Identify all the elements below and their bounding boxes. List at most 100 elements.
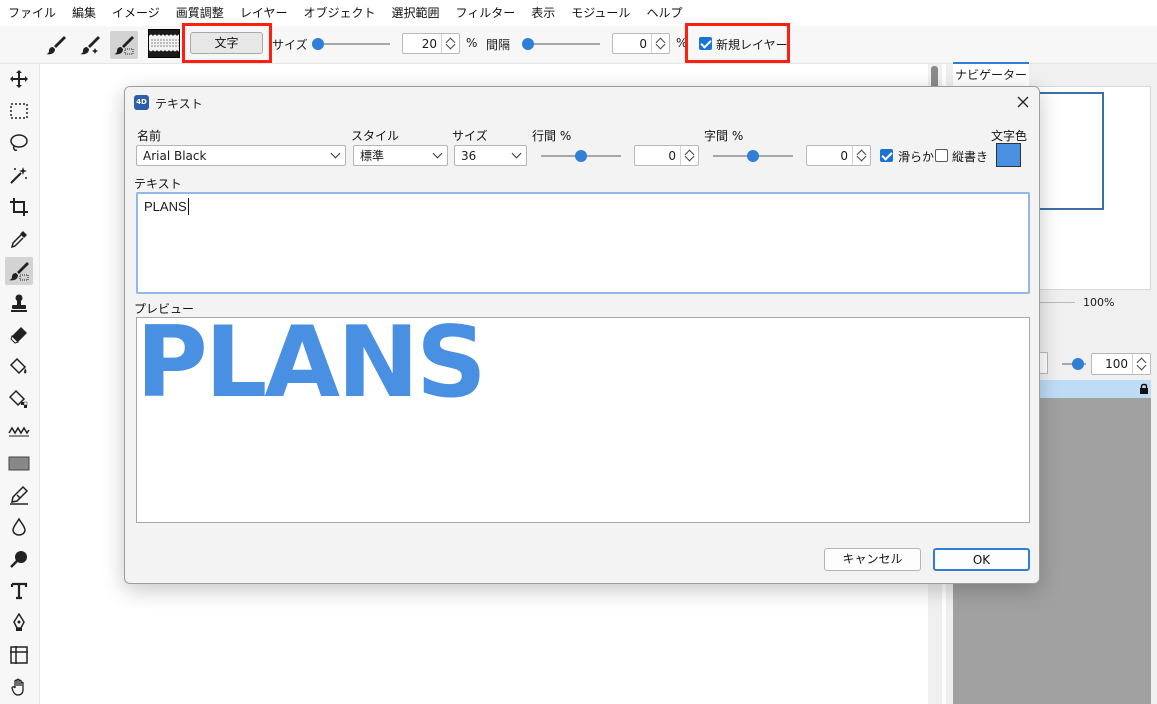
text-dialog: 4D テキスト 名前 Arial Black スタイル 標準 サイズ 36 行間… [124, 86, 1040, 584]
fill-bucket-icon [9, 357, 27, 375]
blend-mode-select-edge[interactable] [1040, 352, 1048, 374]
opacity-slider-thumb[interactable] [1072, 358, 1084, 370]
text-color-swatch[interactable] [996, 143, 1021, 167]
tool-strip [0, 64, 40, 704]
pattern-swatch[interactable] [148, 29, 180, 58]
rectangle-icon [8, 456, 30, 471]
preview-label: プレビュー [134, 302, 195, 316]
menu-view[interactable]: 表示 [523, 0, 563, 26]
line-spacing-label: 行間 % [532, 129, 572, 143]
brush-preset-1[interactable] [42, 31, 70, 59]
tool-magic-wand[interactable] [5, 161, 33, 189]
canvas-scrollbar-thumb[interactable] [931, 66, 938, 88]
preview-text: PLANS [136, 317, 487, 420]
tool-hand[interactable] [5, 673, 33, 701]
stamp-icon [11, 294, 27, 312]
size-unit: % [466, 36, 478, 50]
stepper-arrows-icon[interactable] [441, 34, 459, 53]
spacing-value: 0 [639, 37, 647, 51]
tool-eyedropper[interactable] [5, 225, 33, 253]
eraser-icon [10, 327, 27, 344]
menu-image[interactable]: イメージ [104, 0, 168, 26]
tool-rectangle[interactable] [5, 449, 33, 477]
texture-brush-icon [114, 36, 134, 55]
cancel-button[interactable]: キャンセル [824, 548, 921, 571]
dialog-title: テキスト [155, 97, 203, 111]
opacity-stepper[interactable]: 100 [1091, 353, 1151, 375]
app-logo-icon: 4D [134, 95, 149, 110]
char-spacing-stepper[interactable]: 0 [806, 145, 871, 166]
tab-navigator[interactable]: ナビゲーター [953, 62, 1029, 86]
stepper-arrows-icon[interactable] [651, 34, 669, 53]
tool-edit-pen[interactable] [5, 481, 33, 509]
char-spacing-value: 0 [840, 149, 848, 163]
stepper-arrows-icon[interactable] [852, 146, 870, 165]
tool-crop[interactable] [5, 193, 33, 221]
menu-edit[interactable]: 編集 [64, 0, 104, 26]
lasso-icon [10, 134, 28, 151]
size-slider-thumb[interactable] [312, 38, 324, 50]
stepper-arrows-icon[interactable] [680, 146, 698, 165]
close-icon[interactable] [1015, 94, 1031, 110]
magic-wand-icon [10, 167, 27, 184]
menu-filter[interactable]: フィルター [447, 0, 523, 26]
sparkle-brush-icon [80, 36, 100, 55]
tool-pen[interactable] [5, 609, 33, 637]
menu-file[interactable]: ファイル [0, 0, 64, 26]
navigator-viewport-frame[interactable] [1035, 92, 1104, 210]
spacing-stepper[interactable]: 0 [612, 33, 670, 54]
smooth-checkbox[interactable] [880, 149, 893, 162]
lock-icon[interactable] [1139, 383, 1149, 394]
style-select[interactable]: 標準 [353, 145, 448, 166]
menu-module[interactable]: モジュール [563, 0, 638, 26]
text-caret [188, 198, 189, 215]
preview-area: PLANS [136, 317, 1030, 523]
menu-object[interactable]: オブジェクト [295, 0, 383, 26]
char-spacing-slider-thumb[interactable] [747, 150, 759, 162]
font-size-select[interactable]: 36 [454, 145, 527, 166]
ok-button[interactable]: OK [933, 548, 1030, 571]
brush-preset-2[interactable] [76, 31, 104, 59]
hand-icon [11, 678, 24, 696]
brush-preset-3[interactable] [110, 31, 138, 59]
menu-selection[interactable]: 選択範囲 [383, 0, 447, 26]
size-stepper[interactable]: 20 [402, 33, 460, 54]
tool-pattern-fill[interactable] [5, 385, 33, 413]
tool-rect-select[interactable] [5, 97, 33, 125]
grid-icon [10, 646, 28, 664]
vertical-checkbox[interactable] [935, 149, 948, 162]
wave-icon [8, 426, 30, 437]
font-name-select[interactable]: Arial Black [136, 145, 346, 166]
style-value: 標準 [360, 149, 385, 163]
line-spacing-stepper[interactable]: 0 [634, 145, 699, 166]
tool-smudge[interactable] [5, 545, 33, 573]
tool-fill[interactable] [5, 353, 33, 381]
drop-icon [12, 517, 26, 536]
text-input[interactable]: PLANS [136, 192, 1030, 294]
brush-tool-icon [9, 262, 29, 281]
pen-icon [13, 613, 25, 631]
tool-brush[interactable] [5, 257, 33, 285]
line-spacing-slider-thumb[interactable] [575, 150, 587, 162]
tool-lasso[interactable] [5, 129, 33, 157]
dialog-titlebar[interactable]: 4D テキスト [125, 87, 1039, 117]
stepper-arrows-icon[interactable] [1132, 354, 1150, 374]
tool-grid[interactable] [5, 641, 33, 669]
spacing-slider-thumb[interactable] [522, 38, 534, 50]
spacing-label: 間隔 [486, 38, 511, 52]
menu-help[interactable]: ヘルプ [638, 0, 690, 26]
tool-blur[interactable] [5, 513, 33, 541]
new-layer-checkbox[interactable] [699, 37, 712, 50]
tool-wave[interactable] [5, 417, 33, 445]
font-name-label: 名前 [137, 129, 162, 143]
tool-text[interactable] [5, 577, 33, 605]
size-label: サイズ [452, 129, 488, 143]
font-size-value: 36 [461, 149, 477, 163]
tool-eraser[interactable] [5, 321, 33, 349]
zoom-slider-track[interactable] [1040, 302, 1075, 303]
tool-move[interactable] [5, 65, 33, 93]
text-color-label: 文字色 [991, 129, 1028, 143]
text-button[interactable]: 文字 [190, 32, 263, 54]
tool-stamp[interactable] [5, 289, 33, 317]
crop-icon [10, 198, 28, 216]
